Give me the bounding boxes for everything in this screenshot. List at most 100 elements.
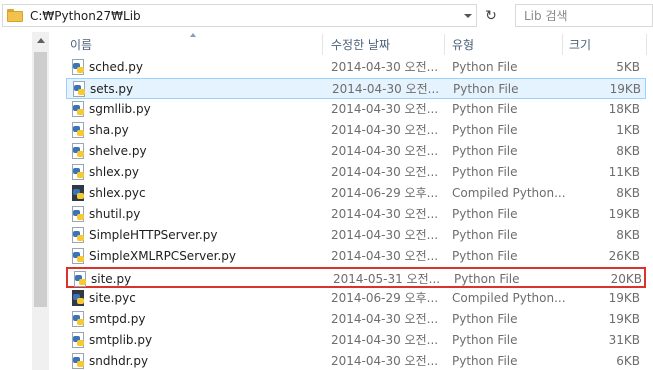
file-date: 2014-04-30 오전... — [331, 207, 439, 221]
file-row-selected[interactable]: sets.py 2014-04-30 오전... Python File 19K… — [66, 78, 646, 99]
chevron-down-icon — [464, 13, 472, 18]
file-name: sched.py — [89, 60, 143, 74]
file-row-highlighted[interactable]: site.py 2014-05-31 오전... Python File 20K… — [66, 267, 646, 288]
file-date: 2014-04-30 오전... — [331, 102, 439, 116]
file-date: 2014-04-30 오전... — [331, 123, 439, 137]
file-name: SimpleXMLRPCServer.py — [89, 249, 236, 263]
file-name: SimpleHTTPServer.py — [89, 228, 218, 242]
file-row[interactable]: shutil.py 2014-04-30 오전... Python File 1… — [66, 204, 646, 225]
column-divider[interactable] — [322, 34, 323, 55]
python-file-icon — [70, 248, 86, 265]
file-row[interactable]: sndhdr.py 2014-04-30 오전... Python File 6… — [66, 351, 646, 370]
refresh-icon: ↻ — [485, 7, 497, 24]
file-row[interactable]: smtpd.py 2014-04-30 오전... Python File 19… — [66, 309, 646, 330]
file-size: 6KB — [616, 354, 640, 368]
file-size: 19KB — [609, 82, 641, 96]
file-date: 2014-04-30 오전... — [331, 60, 439, 74]
file-type: Python File — [452, 144, 518, 158]
file-row[interactable]: sched.py 2014-04-30 오전... Python File 5K… — [66, 57, 646, 78]
column-header-type[interactable]: 유형 — [452, 32, 562, 57]
python-file-icon — [70, 332, 86, 349]
python-file-icon — [70, 59, 86, 76]
file-type: Python File — [452, 228, 518, 242]
file-date: 2014-04-30 오전... — [331, 354, 439, 368]
file-name: sndhdr.py — [89, 354, 149, 368]
file-name: sets.py — [90, 82, 134, 96]
refresh-button[interactable]: ↻ — [480, 4, 502, 27]
file-size: 19KB — [608, 312, 640, 326]
file-size: 8KB — [616, 228, 640, 242]
file-size: 19KB — [608, 291, 640, 305]
column-header-date[interactable]: 수정한 날짜 — [331, 32, 441, 57]
column-divider[interactable] — [646, 34, 647, 55]
column-header-name[interactable]: 이름 — [70, 32, 320, 57]
file-size: 8KB — [616, 186, 640, 200]
file-type: Compiled Python... — [452, 186, 566, 200]
file-size: 18KB — [608, 102, 640, 116]
python-file-icon — [70, 227, 86, 244]
file-row[interactable]: SimpleXMLRPCServer.py 2014-04-30 오전... P… — [66, 246, 646, 267]
file-size: 20KB — [610, 272, 642, 286]
address-dropdown-button[interactable] — [459, 5, 476, 26]
file-name: smtplib.py — [89, 333, 153, 347]
scroll-up-button[interactable] — [32, 32, 49, 49]
file-row[interactable]: smtplib.py 2014-04-30 오전... Python File … — [66, 330, 646, 351]
file-row[interactable]: site.pyc 2014-06-29 오후... Compiled Pytho… — [66, 288, 646, 309]
file-name: shlex.py — [89, 165, 139, 179]
file-row[interactable]: shlex.py 2014-04-30 오전... Python File 11… — [66, 162, 646, 183]
file-size: 8KB — [616, 144, 640, 158]
compiled-python-icon — [70, 290, 86, 307]
file-type: Python File — [452, 60, 518, 74]
file-type: Python File — [452, 123, 518, 137]
python-file-icon — [70, 311, 86, 328]
file-row[interactable]: SimpleHTTPServer.py 2014-04-30 오전... Pyt… — [66, 225, 646, 246]
scrollbar-thumb[interactable] — [34, 52, 47, 307]
file-size: 26KB — [608, 249, 640, 263]
file-type: Python File — [453, 82, 519, 96]
folder-icon — [7, 9, 23, 22]
search-input[interactable]: Lib 검색 — [515, 4, 653, 27]
file-row[interactable]: shelve.py 2014-04-30 오전... Python File 8… — [66, 141, 646, 162]
file-date: 2014-06-29 오후... — [331, 186, 439, 200]
vertical-scrollbar[interactable] — [32, 32, 49, 370]
file-date: 2014-04-30 오전... — [332, 82, 440, 96]
file-date: 2014-04-30 오전... — [331, 165, 439, 179]
file-date: 2014-04-30 오전... — [331, 228, 439, 242]
compiled-python-icon — [70, 185, 86, 202]
file-name: site.py — [91, 272, 132, 286]
file-type: Python File — [452, 165, 518, 179]
file-name: sgmllib.py — [89, 102, 151, 116]
column-divider[interactable] — [562, 34, 563, 55]
file-size: 11KB — [608, 165, 640, 179]
file-type: Python File — [454, 272, 520, 286]
file-name: site.pyc — [89, 291, 136, 305]
file-row[interactable]: sgmllib.py 2014-04-30 오전... Python File … — [66, 99, 646, 120]
python-file-icon — [71, 81, 87, 98]
file-row[interactable]: sha.py 2014-04-30 오전... Python File 1KB — [66, 120, 646, 141]
file-type: Python File — [452, 102, 518, 116]
file-name: smtpd.py — [89, 312, 146, 326]
file-date: 2014-04-30 오전... — [331, 333, 439, 347]
python-file-icon — [72, 271, 88, 288]
column-header-size[interactable]: 크기 — [569, 32, 639, 57]
python-file-icon — [70, 101, 86, 118]
file-row[interactable]: shlex.pyc 2014-06-29 오후... Compiled Pyth… — [66, 183, 646, 204]
address-path[interactable]: C:₩Python27₩Lib — [30, 9, 459, 23]
file-type: Python File — [452, 312, 518, 326]
file-type: Python File — [452, 333, 518, 347]
file-type: Python File — [452, 249, 518, 263]
python-file-icon — [70, 206, 86, 223]
address-bar[interactable]: C:₩Python27₩Lib — [2, 4, 477, 27]
column-header-row: 이름 수정한 날짜 유형 크기 — [62, 32, 653, 57]
column-divider[interactable] — [444, 34, 445, 55]
file-name: shelve.py — [89, 144, 147, 158]
file-name: sha.py — [89, 123, 129, 137]
file-type: Python File — [452, 354, 518, 368]
file-size: 31KB — [608, 333, 640, 347]
navigation-bar: C:₩Python27₩Lib ↻ Lib 검색 — [0, 0, 653, 32]
file-size: 19KB — [608, 207, 640, 221]
file-date: 2014-04-30 오전... — [331, 144, 439, 158]
file-date: 2014-04-30 오전... — [331, 312, 439, 326]
file-name: shutil.py — [89, 207, 141, 221]
file-date: 2014-05-31 오전... — [333, 272, 441, 286]
